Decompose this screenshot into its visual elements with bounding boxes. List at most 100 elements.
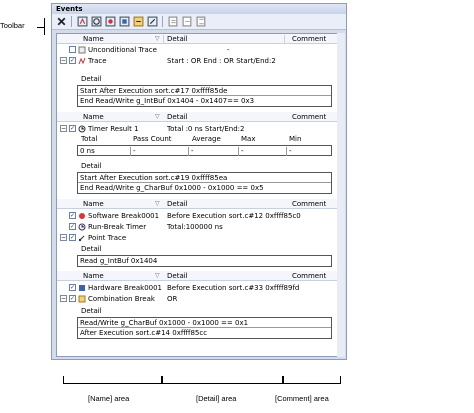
name-column-header[interactable]: Name xyxy=(83,272,104,280)
delete-button[interactable] xyxy=(55,16,67,28)
event-checkbox[interactable] xyxy=(69,234,76,241)
column-header: Name ▽ Detail Comment xyxy=(57,112,337,122)
stat-header: Average xyxy=(192,135,221,143)
show-trace-button[interactable] xyxy=(76,16,88,28)
event-row-unconditional[interactable]: Unconditional Trace - xyxy=(57,44,337,55)
show-combination-button[interactable] xyxy=(132,16,144,28)
event-name: Unconditional Trace xyxy=(88,45,157,54)
show-hw-break-button[interactable] xyxy=(118,16,130,28)
stat-value: - xyxy=(238,147,244,156)
combination-detail-box: Read/Write g_CharBuf 0x1000 - 0x1000 == … xyxy=(77,317,332,339)
column-header: Name ▽ Detail Comment xyxy=(57,199,337,209)
hardware-break-icon xyxy=(78,284,86,292)
show-point-trace-button[interactable] xyxy=(146,16,158,28)
collapse-toggle[interactable]: − xyxy=(60,125,67,132)
settings-button[interactable] xyxy=(195,16,207,28)
event-checkbox[interactable] xyxy=(69,125,76,132)
detail-area-bracket xyxy=(162,376,283,384)
edit-button[interactable] xyxy=(167,16,179,28)
comment-column-header[interactable]: Comment xyxy=(292,272,326,280)
hardware-break-icon xyxy=(119,16,129,27)
event-checkbox[interactable] xyxy=(69,223,76,230)
detail-label: Detail xyxy=(81,162,102,170)
detail-column-header[interactable]: Detail xyxy=(167,113,188,121)
timer-stats-values: 0 ns - - - - xyxy=(77,145,332,156)
collapse-toggle[interactable]: − xyxy=(60,295,67,302)
timer-stats-header: Total Pass Count Average Max Min xyxy=(77,135,332,145)
event-detail: Total :0 ns Start/End:2 xyxy=(167,124,245,133)
unconditional-trace-icon xyxy=(78,46,86,54)
event-checkbox[interactable] xyxy=(69,284,76,291)
sort-icon[interactable]: ▽ xyxy=(155,272,160,279)
event-detail: Before Execution sort.c#33 0xffff89fd xyxy=(167,283,300,292)
column-divider[interactable] xyxy=(163,35,164,43)
detail-column-header[interactable]: Detail xyxy=(167,200,188,208)
close-icon xyxy=(57,17,65,26)
sort-icon[interactable]: ▽ xyxy=(155,200,160,207)
comment-column-header[interactable]: Comment xyxy=(292,113,326,121)
stat-value: - xyxy=(130,147,136,156)
sort-icon[interactable]: ▽ xyxy=(155,113,160,120)
events-window: Events Name ▽ Detail Comment Uncondition… xyxy=(51,3,347,360)
comment-column-header[interactable]: Comment xyxy=(292,200,326,208)
name-area-label: [Name] area xyxy=(88,394,130,403)
show-timer-button[interactable] xyxy=(90,16,102,28)
detail-line: End Read/Write g_CharBuf 0x1000 - 0x1000… xyxy=(80,184,264,192)
stat-header: Total xyxy=(81,135,98,143)
trace-icon xyxy=(77,16,87,27)
collapse-toggle[interactable]: − xyxy=(60,234,67,241)
event-detail: Start : OR End : OR Start/End:2 xyxy=(167,56,276,65)
event-name: Trace xyxy=(88,56,107,65)
name-column-header[interactable]: Name xyxy=(83,113,104,121)
column-divider[interactable] xyxy=(284,35,285,43)
stat-value: 0 ns xyxy=(80,147,95,155)
event-detail: OR xyxy=(167,294,178,303)
toolbar-bracket xyxy=(44,18,45,35)
point-trace-detail-box: Read g_IntBuf 0x1404 xyxy=(77,255,332,267)
column-header: Name ▽ Detail Comment xyxy=(57,271,337,281)
event-detail: Before Execution sort.c#12 0xffff85c0 xyxy=(167,211,301,220)
settings-icon xyxy=(196,16,205,27)
comment-column-header[interactable]: Comment xyxy=(292,35,326,43)
collapse-toggle[interactable]: − xyxy=(60,57,67,64)
comment-area-label: [Comment] area xyxy=(275,394,329,403)
event-row-combination-break[interactable]: − Combination Break OR xyxy=(57,293,337,304)
window-title: Events xyxy=(52,4,346,14)
edit-icon xyxy=(168,16,177,27)
trace-icon xyxy=(78,57,86,65)
stat-value: - xyxy=(188,147,194,156)
toolbar-separator xyxy=(162,16,163,27)
event-checkbox[interactable] xyxy=(69,46,76,53)
event-row-timer[interactable]: − Timer Result 1 Total :0 ns Start/End:2 xyxy=(57,123,337,134)
show-break-button[interactable] xyxy=(104,16,116,28)
combination-icon xyxy=(133,16,143,27)
detail-label: Detail xyxy=(81,307,102,315)
event-row-run-break[interactable]: Run-Break Timer Total:100000 ns xyxy=(57,221,337,232)
event-name: Combination Break xyxy=(88,294,155,303)
event-row-software-break[interactable]: Software Break0001 Before Execution sort… xyxy=(57,210,337,221)
event-detail: - xyxy=(227,45,230,54)
trace-detail-box: Start After Execution sort.c#17 0xffff85… xyxy=(77,85,332,107)
event-row-trace[interactable]: − Trace Start : OR End : OR Start/End:2 xyxy=(57,55,337,66)
event-checkbox[interactable] xyxy=(69,57,76,64)
detail-area-label: [Detail] area xyxy=(196,394,237,403)
detail-line: Start After Execution sort.c#17 0xffff85… xyxy=(78,86,331,96)
timer-icon xyxy=(91,16,101,27)
event-row-point-trace[interactable]: − Point Trace xyxy=(57,232,337,243)
refresh-button[interactable] xyxy=(181,16,193,28)
stat-value: - xyxy=(286,147,292,156)
event-name: Timer Result 1 xyxy=(88,124,139,133)
detail-label: Detail xyxy=(81,75,102,83)
event-name: Point Trace xyxy=(88,233,127,242)
event-checkbox[interactable] xyxy=(69,295,76,302)
event-checkbox[interactable] xyxy=(69,212,76,219)
event-name: Run-Break Timer xyxy=(88,222,147,231)
break-icon xyxy=(105,16,115,27)
event-row-hardware-break[interactable]: Hardware Break0001 Before Execution sort… xyxy=(57,282,337,293)
vertical-scrollbar[interactable] xyxy=(337,33,345,357)
name-column-header[interactable]: Name xyxy=(83,35,104,43)
sort-icon[interactable]: ▽ xyxy=(155,35,160,42)
name-column-header[interactable]: Name xyxy=(83,200,104,208)
detail-column-header[interactable]: Detail xyxy=(167,35,188,43)
detail-column-header[interactable]: Detail xyxy=(167,272,188,280)
